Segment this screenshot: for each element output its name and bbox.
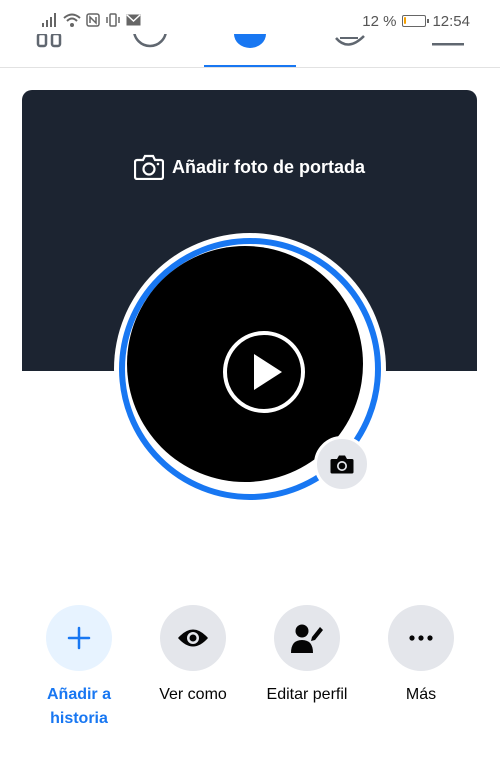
watch-icon bbox=[234, 34, 266, 48]
menu-icon bbox=[432, 43, 464, 46]
tab-notifications[interactable] bbox=[330, 34, 370, 67]
view-as-button[interactable]: Ver como bbox=[133, 605, 253, 707]
add-to-story-circle[interactable] bbox=[46, 605, 112, 671]
wifi-icon bbox=[63, 13, 81, 27]
clock: 12:54 bbox=[432, 12, 470, 30]
vibrate-icon bbox=[106, 13, 120, 27]
edit-profile-circle[interactable] bbox=[274, 605, 340, 671]
status-icons bbox=[42, 12, 141, 28]
battery-level bbox=[404, 17, 407, 24]
more-label: Más bbox=[405, 686, 437, 703]
edit-profile-label: Editar perfil bbox=[266, 686, 348, 703]
more-icon bbox=[409, 635, 433, 641]
battery-percent: 12 % bbox=[362, 12, 397, 30]
tab-menu[interactable] bbox=[430, 34, 466, 67]
view-as-label: Ver como bbox=[159, 686, 227, 703]
tab-watch[interactable] bbox=[232, 34, 268, 67]
status-right: 12 % 12:54 bbox=[362, 12, 470, 30]
view-as-circle[interactable] bbox=[160, 605, 226, 671]
top-nav bbox=[0, 34, 500, 68]
tab-home[interactable] bbox=[34, 34, 66, 67]
home-icon bbox=[36, 34, 62, 48]
more-circle[interactable] bbox=[388, 605, 454, 671]
camera-icon bbox=[330, 455, 354, 474]
update-profile-picture-button[interactable] bbox=[314, 436, 370, 492]
add-to-story-button[interactable]: Añadir a historia bbox=[19, 605, 139, 731]
plus-icon bbox=[67, 626, 91, 650]
tab-profile[interactable] bbox=[130, 34, 170, 67]
camera-icon bbox=[134, 154, 164, 180]
mail-icon bbox=[126, 14, 141, 26]
signal-icon bbox=[42, 13, 56, 27]
nfc-icon bbox=[86, 13, 100, 27]
add-to-story-label: Añadir a historia bbox=[46, 686, 111, 727]
more-button[interactable]: Más bbox=[361, 605, 481, 707]
edit-profile-icon bbox=[291, 624, 323, 653]
eye-icon bbox=[178, 629, 208, 647]
play-icon[interactable] bbox=[222, 330, 306, 414]
profile-icon bbox=[133, 34, 167, 48]
edit-profile-button[interactable]: Editar perfil bbox=[247, 605, 367, 707]
active-tab-indicator bbox=[204, 65, 296, 67]
add-cover-photo-label: Añadir foto de portada bbox=[172, 156, 365, 177]
status-bar: 12 % 12:54 bbox=[0, 0, 500, 38]
add-cover-photo-button[interactable]: Añadir foto de portada bbox=[22, 154, 477, 180]
battery-icon bbox=[402, 15, 430, 27]
notifications-icon bbox=[335, 35, 365, 46]
